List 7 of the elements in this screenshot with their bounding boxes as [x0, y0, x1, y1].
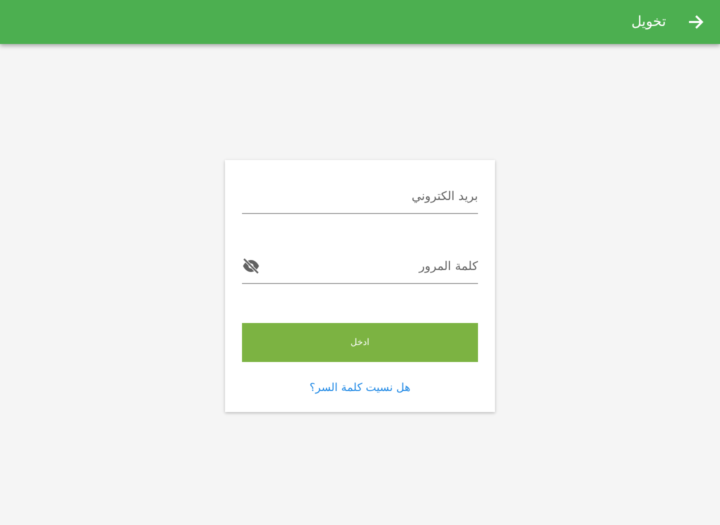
- back-arrow-icon[interactable]: [688, 14, 704, 30]
- forgot-password-link[interactable]: هل نسيت كلمة السر؟: [310, 381, 410, 394]
- password-field[interactable]: كلمة المرور: [260, 258, 478, 272]
- app-title: تخويل: [631, 14, 666, 30]
- email-field[interactable]: بريد الكتروني: [242, 188, 478, 202]
- eye-slash-icon[interactable]: [242, 256, 260, 274]
- login-button[interactable]: ادخل: [242, 323, 478, 362]
